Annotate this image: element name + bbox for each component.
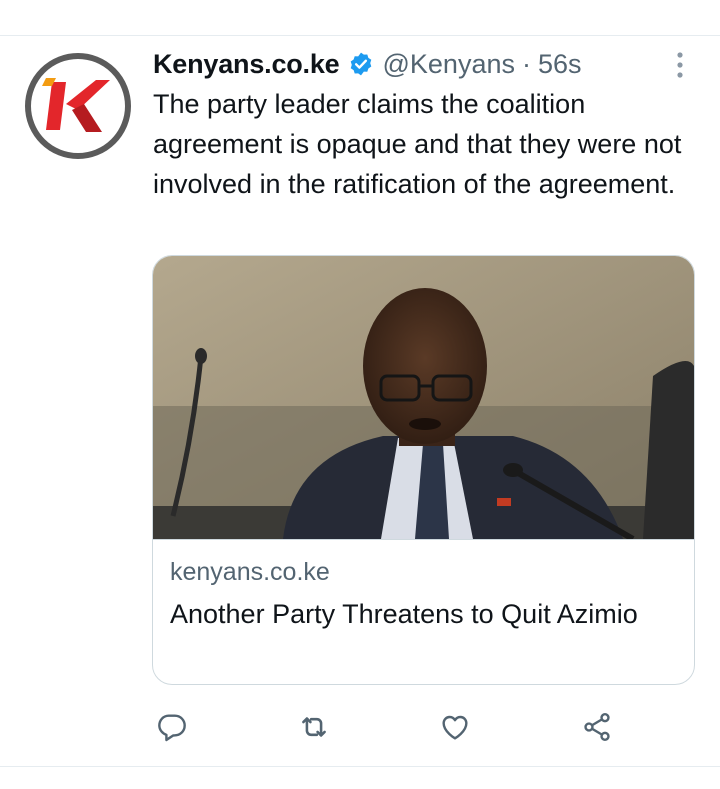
verified-badge-icon (348, 51, 374, 77)
user-handle[interactable]: @Kenyans (383, 49, 515, 80)
timestamp[interactable]: 56s (538, 49, 582, 80)
display-name[interactable]: Kenyans.co.ke (153, 49, 340, 80)
share-icon[interactable] (578, 708, 616, 746)
header-separator: · (521, 48, 531, 79)
kenyans-logo-icon (25, 53, 131, 159)
card-divider (153, 539, 694, 540)
card-domain: kenyans.co.ke (170, 558, 330, 586)
more-options-icon[interactable] (664, 49, 696, 81)
tweet-text: The party leader claims the coalition ag… (153, 89, 682, 199)
like-icon[interactable] (436, 708, 474, 746)
top-divider (0, 35, 720, 36)
retweet-icon[interactable] (295, 708, 333, 746)
link-card[interactable]: kenyans.co.ke Another Party Threatens to… (152, 255, 695, 685)
card-image[interactable] (153, 256, 694, 539)
card-title[interactable]: Another Party Threatens to Quit Azimio (170, 594, 675, 634)
reply-icon[interactable] (153, 708, 191, 746)
tweet-header: Kenyans.co.ke @Kenyans · 56s (153, 46, 582, 82)
avatar[interactable] (24, 52, 132, 160)
bottom-divider (0, 766, 720, 767)
